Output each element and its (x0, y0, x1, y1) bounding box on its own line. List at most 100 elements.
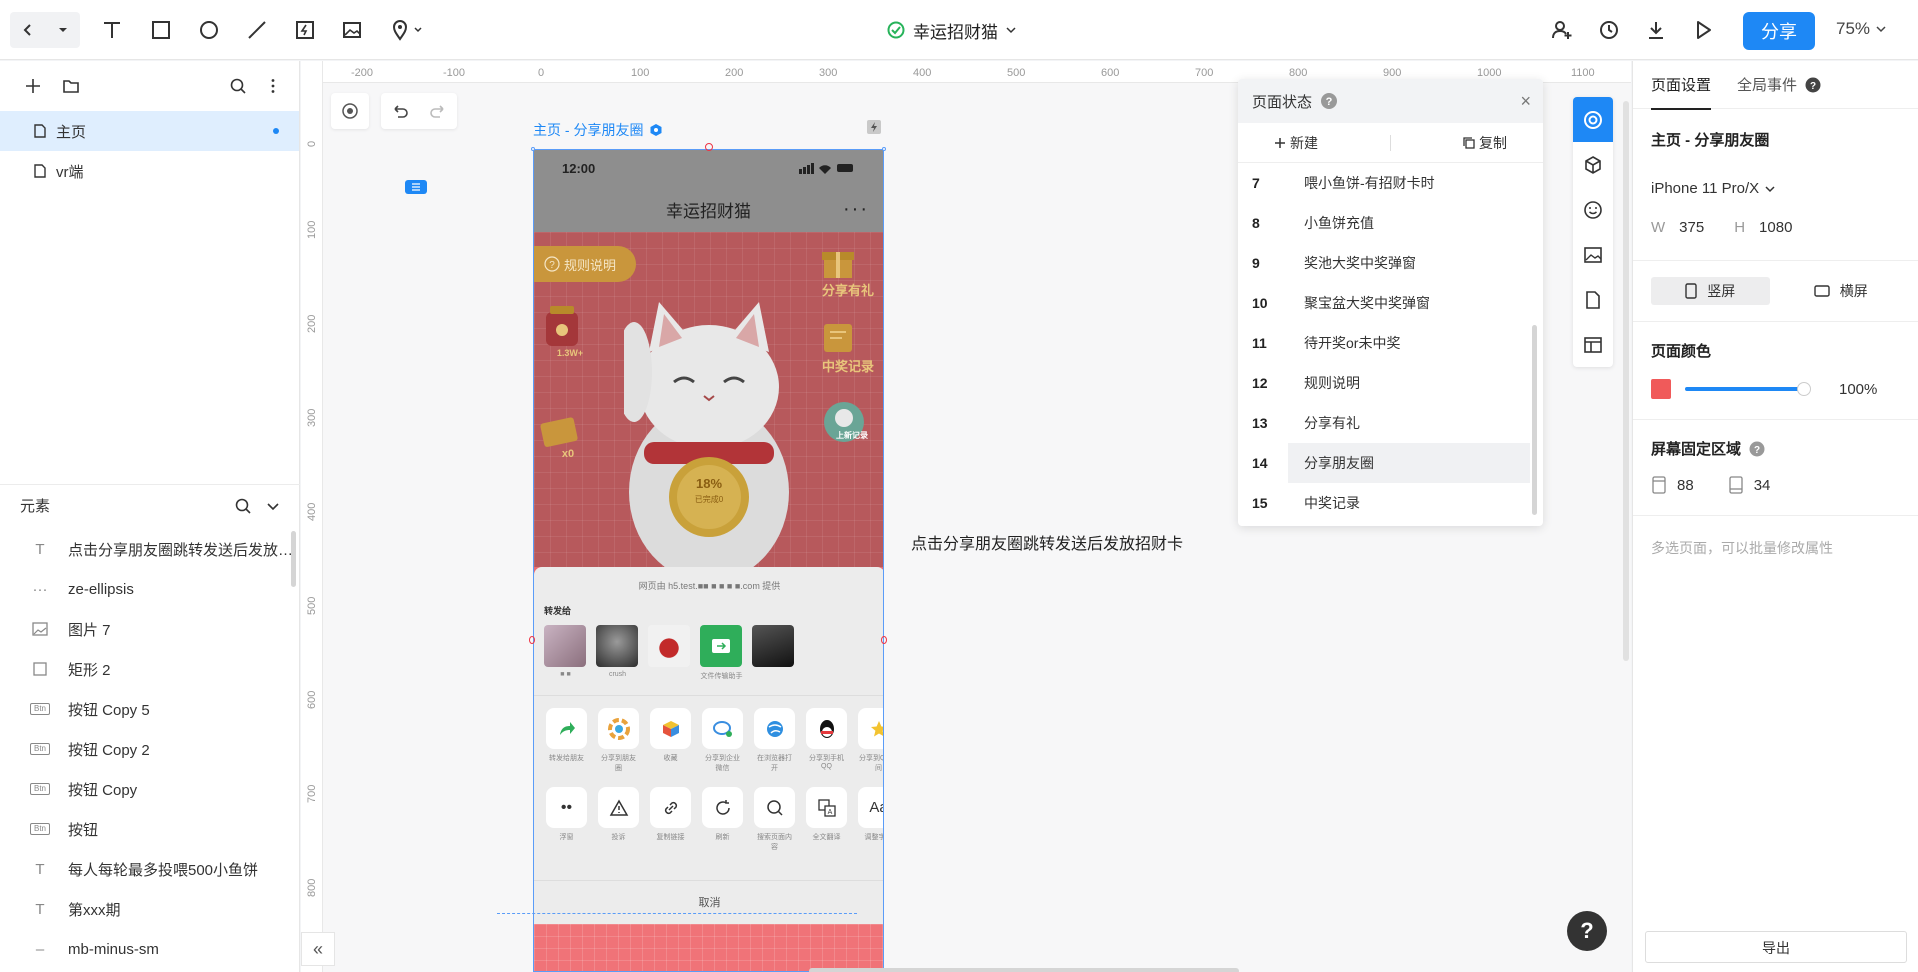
landscape-button[interactable]: 横屏 (1782, 277, 1901, 305)
list-item[interactable]: – mb-minus-sm (0, 929, 300, 969)
device-dropdown[interactable]: iPhone 11 Pro/X (1651, 180, 1900, 197)
width-field[interactable]: W 375 (1651, 219, 1704, 236)
tab-page-settings[interactable]: 页面设置 (1651, 74, 1712, 110)
share-action[interactable]: 分享到手机QQ (806, 708, 847, 773)
image-tool[interactable] (337, 15, 367, 45)
opacity-value[interactable]: 100% (1839, 381, 1877, 398)
ticket-icon[interactable]: x0 (538, 412, 598, 460)
state-row[interactable]: 7 喂小鱼饼-有招财卡时 (1238, 163, 1543, 203)
page-state-toggle[interactable] (1573, 97, 1613, 142)
page-item-vr[interactable]: vr端 (0, 151, 299, 191)
share-cancel-button[interactable]: 取消 (534, 880, 883, 924)
share-action[interactable]: A 全文翻译 (806, 787, 847, 852)
state-row[interactable]: 15 中奖记录 (1238, 483, 1543, 523)
download-button[interactable] (1641, 15, 1671, 45)
help-icon[interactable]: ? (1805, 77, 1821, 93)
close-icon[interactable]: × (1520, 91, 1531, 112)
share-action[interactable]: 刷新 (702, 787, 743, 852)
list-item[interactable]: Btn 按钮 Copy 2 (0, 729, 300, 769)
state-row-selected[interactable]: 14 分享朋友圈 (1238, 443, 1543, 483)
fixed-top-field[interactable]: 88 (1651, 475, 1694, 495)
document-title[interactable]: 幸运招财猫 (887, 18, 1016, 42)
line-tool[interactable] (242, 15, 272, 45)
gift-share-button[interactable]: 分享有礼 (818, 244, 878, 299)
share-action[interactable]: •• 浮窗 (546, 787, 587, 852)
center-view-button[interactable] (331, 93, 369, 129)
canvas-vertical-scrollbar[interactable] (1623, 101, 1629, 661)
rectangle-tool[interactable] (146, 15, 176, 45)
share-action[interactable]: 分享到朋友圈 (598, 708, 639, 773)
share-action[interactable]: 收藏 (650, 708, 691, 773)
collapse-left-panel-button[interactable]: « (301, 932, 335, 966)
list-item[interactable]: T 每人每轮最多投喂500小鱼饼 (0, 849, 300, 889)
images-button[interactable] (1573, 232, 1613, 277)
state-row[interactable]: 9 奖池大奖中奖弹窗 (1238, 243, 1543, 283)
share-action[interactable]: 在浏览器打开 (754, 708, 795, 773)
contact-item[interactable]: ■ ■ (544, 625, 587, 681)
phone-frame[interactable]: 12:00 幸运招财猫 ··· ? 规则说明 1.3W+ x0 分享有礼 中奖记… (533, 149, 884, 972)
list-item[interactable]: T 点击分享朋友圈跳转发送后发放招财卡 (0, 529, 300, 569)
more-vertical-icon[interactable] (264, 77, 282, 95)
components-button[interactable] (1573, 142, 1613, 187)
rotate-handle[interactable] (705, 143, 713, 151)
rules-button[interactable]: ? 规则说明 (534, 246, 636, 282)
contact-item[interactable]: crush (596, 625, 639, 681)
state-row[interactable]: 11 待开奖or未中奖 (1238, 323, 1543, 363)
state-row[interactable]: 12 规则说明 (1238, 363, 1543, 403)
ellipse-tool[interactable] (194, 15, 224, 45)
location-tool[interactable] (386, 15, 430, 45)
page-state-scrollbar[interactable] (1532, 325, 1537, 515)
new-state-button[interactable]: 新建 (1274, 133, 1318, 153)
list-item[interactable]: Btn 按钮 Copy (0, 769, 300, 809)
text-tool[interactable] (97, 15, 127, 45)
canvas-horizontal-scrollbar[interactable] (809, 968, 1239, 972)
help-icon[interactable]: ? (1749, 441, 1765, 457)
add-folder-icon[interactable] (62, 77, 80, 95)
contact-item[interactable] (648, 625, 691, 681)
share-action[interactable]: 分享到企业微信 (702, 708, 743, 773)
design-canvas[interactable]: -200 -100 0 100 200 300 400 500 600 700 … (301, 61, 1631, 972)
opacity-slider[interactable] (1685, 382, 1811, 396)
list-item[interactable]: ··· ze-ellipsis (0, 569, 300, 609)
preview-button[interactable] (1688, 15, 1718, 45)
prize-record-button[interactable]: 中奖记录 (818, 320, 878, 375)
templates-button[interactable] (1573, 322, 1613, 367)
zoom-dropdown[interactable]: 75% (1836, 19, 1886, 39)
undo-button[interactable] (381, 93, 419, 129)
frame-label[interactable]: 主页 - 分享朋友圈 (533, 120, 663, 140)
help-icon[interactable]: ? (1320, 92, 1338, 110)
resize-handle[interactable] (529, 636, 535, 644)
search-icon[interactable] (234, 497, 252, 515)
fixed-bottom-field[interactable]: 34 (1728, 475, 1770, 495)
add-collaborator-button[interactable] (1547, 15, 1577, 45)
list-item[interactable]: T 第xxx期 (0, 889, 300, 929)
tab-global-events[interactable]: 全局事件 ? (1737, 74, 1821, 95)
contact-item[interactable] (752, 625, 795, 681)
page-color-swatch[interactable] (1651, 379, 1671, 399)
resize-handle[interactable] (531, 147, 535, 151)
resize-handle[interactable] (882, 147, 886, 151)
search-icon[interactable] (229, 77, 247, 95)
elements-scrollbar[interactable] (291, 531, 296, 587)
state-row[interactable]: 13 分享有礼 (1238, 403, 1543, 443)
share-action[interactable]: 投诉 (598, 787, 639, 852)
resize-handle[interactable] (881, 636, 887, 644)
list-item[interactable]: Btn 按钮 Copy 5 (0, 689, 300, 729)
share-action[interactable]: 转发给朋友 (546, 708, 587, 773)
list-item[interactable]: Btn 按钮 (0, 809, 300, 849)
share-action[interactable]: 搜索页面内容 (754, 787, 795, 852)
canvas-annotation-text[interactable]: 点击分享朋友圈跳转发送后发放招财卡 (911, 530, 1183, 554)
list-item[interactable]: 矩形 2 (0, 649, 300, 689)
add-page-icon[interactable] (24, 77, 42, 95)
state-row[interactable]: 10 聚宝盆大奖中奖弹窗 (1238, 283, 1543, 323)
height-field[interactable]: H 1080 (1734, 219, 1792, 236)
share-action[interactable]: Aa 调整字体 (858, 787, 883, 852)
redo-button[interactable] (419, 93, 457, 129)
opacity-slider-knob[interactable] (1797, 382, 1811, 396)
copy-state-button[interactable]: 复制 (1463, 133, 1507, 153)
new-record-button[interactable]: 上新记录 (822, 400, 882, 442)
pages-button[interactable] (1573, 277, 1613, 322)
help-button[interactable]: ? (1567, 911, 1607, 951)
more-dots-icon[interactable]: ··· (843, 198, 869, 221)
annotation-marker[interactable] (405, 180, 427, 194)
